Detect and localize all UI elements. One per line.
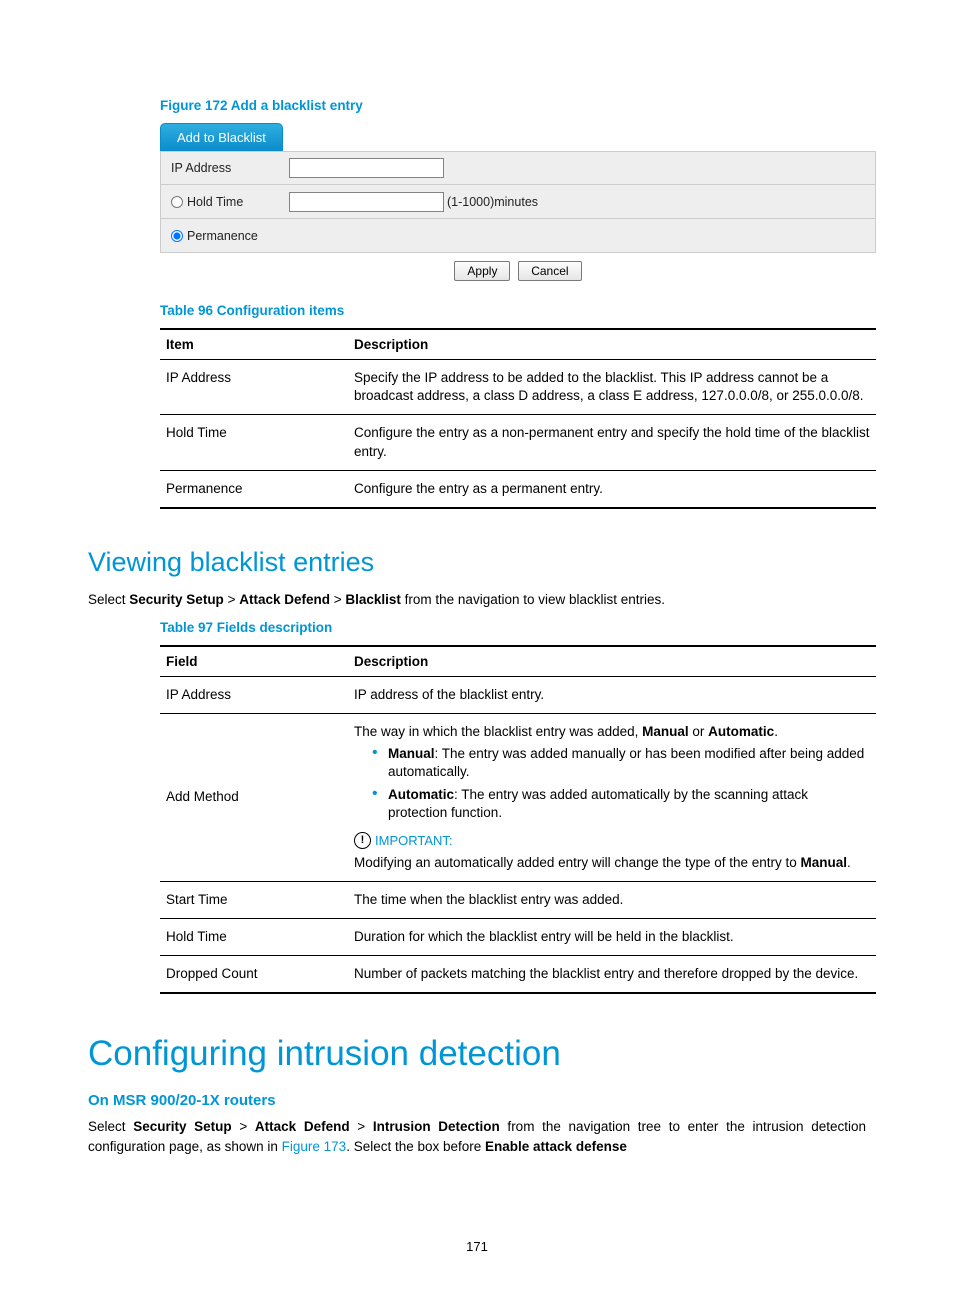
figure173-link[interactable]: Figure 173 (282, 1139, 347, 1154)
add-method-intro: The way in which the blacklist entry was… (354, 723, 870, 741)
table-row: Permanence Configure the entry as a perm… (160, 470, 876, 508)
table96-caption: Table 96 Configuration items (160, 303, 866, 318)
apply-button[interactable]: Apply (454, 261, 510, 281)
hold-time-radio[interactable] (171, 196, 183, 208)
heading-intrusion-detection: Configuring intrusion detection (88, 1034, 866, 1074)
table-row: Start Time The time when the blacklist e… (160, 881, 876, 918)
table-97: Field Description IP Address IP address … (160, 645, 876, 995)
label-ip-address: IP Address (161, 161, 289, 175)
page-number: 171 (0, 1239, 954, 1254)
label-hold-time: Hold Time (187, 195, 243, 209)
table-96: Item Description IP Address Specify the … (160, 328, 876, 509)
alert-icon: ! (354, 832, 371, 849)
label-permanence: Permanence (187, 229, 258, 243)
figure-caption: Figure 172 Add a blacklist entry (160, 98, 866, 113)
row-ip-address: IP Address (160, 151, 876, 185)
important-label: ! IMPORTANT: (354, 832, 453, 850)
hold-time-input[interactable] (289, 192, 444, 212)
intrusion-paragraph: Select Security Setup > Attack Defend > … (88, 1117, 866, 1156)
cancel-button[interactable]: Cancel (518, 261, 581, 281)
list-item: Manual: The entry was added manually or … (372, 745, 870, 781)
th-item: Item (160, 329, 348, 360)
table-row: Dropped Count Number of packets matching… (160, 956, 876, 994)
important-text: Modifying an automatically added entry w… (354, 854, 870, 872)
th-field: Field (160, 646, 348, 677)
figure-172-form: Add to Blacklist IP Address Hold Time (1… (160, 123, 876, 281)
row-hold-time: Hold Time (1-1000)minutes (160, 185, 876, 219)
nav-path-viewing: Select Security Setup > Attack Defend > … (88, 590, 866, 610)
hold-time-hint: (1-1000)minutes (447, 195, 538, 209)
table-row: Hold Time Duration for which the blackli… (160, 918, 876, 955)
subheading-msr: On MSR 900/20-1X routers (88, 1092, 866, 1109)
list-item: Automatic: The entry was added automatic… (372, 786, 870, 822)
permanence-radio[interactable] (171, 230, 183, 242)
th-description: Description (348, 329, 876, 360)
table-row: IP Address Specify the IP address to be … (160, 360, 876, 415)
table-row-add-method: Add Method The way in which the blacklis… (160, 713, 876, 881)
th-description: Description (348, 646, 876, 677)
row-permanence: Permanence (160, 219, 876, 253)
heading-viewing-blacklist: Viewing blacklist entries (88, 547, 866, 578)
table-row: IP Address IP address of the blacklist e… (160, 676, 876, 713)
tab-add-to-blacklist[interactable]: Add to Blacklist (160, 123, 283, 151)
table-row: Hold Time Configure the entry as a non-p… (160, 415, 876, 470)
ip-address-input[interactable] (289, 158, 444, 178)
table97-caption: Table 97 Fields description (160, 620, 866, 635)
